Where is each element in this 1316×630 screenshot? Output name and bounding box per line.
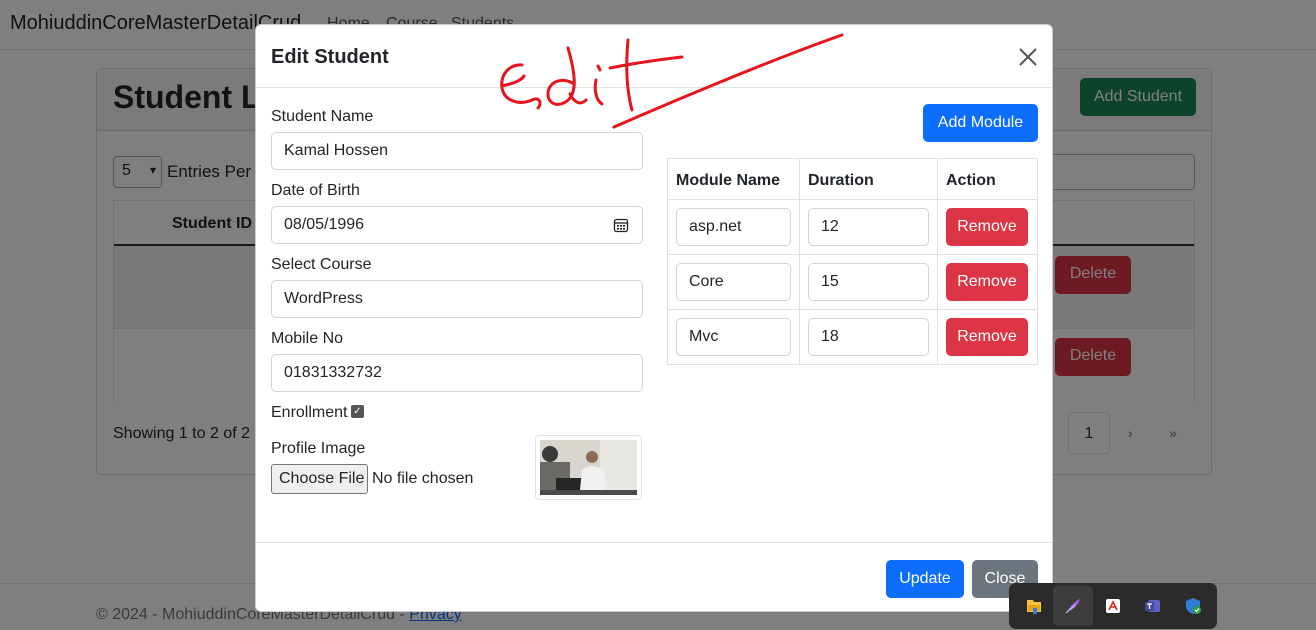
module-name-input[interactable]: asp.net xyxy=(676,208,791,246)
no-file-chosen-text: No file chosen xyxy=(372,470,474,487)
profile-photo-image xyxy=(540,440,637,495)
module-name-input[interactable]: Mvc xyxy=(676,318,791,356)
student-name-label: Student Name xyxy=(271,108,374,125)
module-duration-input[interactable]: 18 xyxy=(808,318,929,356)
row-divider xyxy=(668,199,1037,200)
profile-image-label: Profile Image xyxy=(271,440,366,457)
calendar-icon[interactable] xyxy=(613,217,629,233)
edit-student-modal: Edit Student Student Name Kamal Hossen D… xyxy=(255,24,1053,612)
date-of-birth-input[interactable]: 08/05/1996 xyxy=(271,206,643,244)
update-button[interactable]: Update xyxy=(886,560,964,598)
taskbar-tray xyxy=(1009,583,1217,629)
module-duration-input[interactable]: 15 xyxy=(808,263,929,301)
choose-file-button[interactable]: Choose File xyxy=(271,464,368,494)
add-module-button[interactable]: Add Module xyxy=(923,104,1038,142)
modal-title: Edit Student xyxy=(271,46,389,68)
module-name-input[interactable]: Core xyxy=(676,263,791,301)
enrollment-checkbox[interactable]: ✓ xyxy=(351,405,364,418)
feather-app-icon[interactable] xyxy=(1063,596,1083,616)
close-icon[interactable] xyxy=(1016,45,1040,69)
date-of-birth-label: Date of Birth xyxy=(271,182,360,199)
row-divider xyxy=(668,309,1037,310)
student-name-input[interactable]: Kamal Hossen xyxy=(271,132,643,170)
column-header-duration: Duration xyxy=(808,172,874,189)
remove-module-button[interactable]: Remove xyxy=(946,318,1028,356)
mobile-no-input[interactable]: 01831332732 xyxy=(271,354,643,392)
pdf-reader-icon[interactable] xyxy=(1103,596,1123,616)
enrollment-label: Enrollment xyxy=(271,404,348,421)
column-header-module-name: Module Name xyxy=(676,172,781,189)
remove-module-button[interactable]: Remove xyxy=(946,208,1028,246)
modal-footer: Update Close xyxy=(256,542,1052,613)
mobile-no-label: Mobile No xyxy=(271,330,344,347)
course-select[interactable]: WordPress xyxy=(271,280,643,318)
edit-handwritten-annotation xyxy=(500,33,844,129)
date-of-birth-value: 08/05/1996 xyxy=(284,216,365,233)
select-course-label: Select Course xyxy=(271,256,372,273)
security-shield-icon[interactable] xyxy=(1183,596,1203,616)
row-divider xyxy=(668,254,1037,255)
profile-image-thumbnail xyxy=(535,435,642,500)
column-header-action: Action xyxy=(946,172,996,189)
column-divider xyxy=(937,159,938,364)
modules-table: Module Name Duration Action asp.net 12 R… xyxy=(667,158,1038,365)
teams-icon[interactable] xyxy=(1143,596,1163,616)
remove-module-button[interactable]: Remove xyxy=(946,263,1028,301)
module-duration-input[interactable]: 12 xyxy=(808,208,929,246)
file-explorer-icon[interactable] xyxy=(1024,596,1044,616)
column-divider xyxy=(799,159,800,364)
